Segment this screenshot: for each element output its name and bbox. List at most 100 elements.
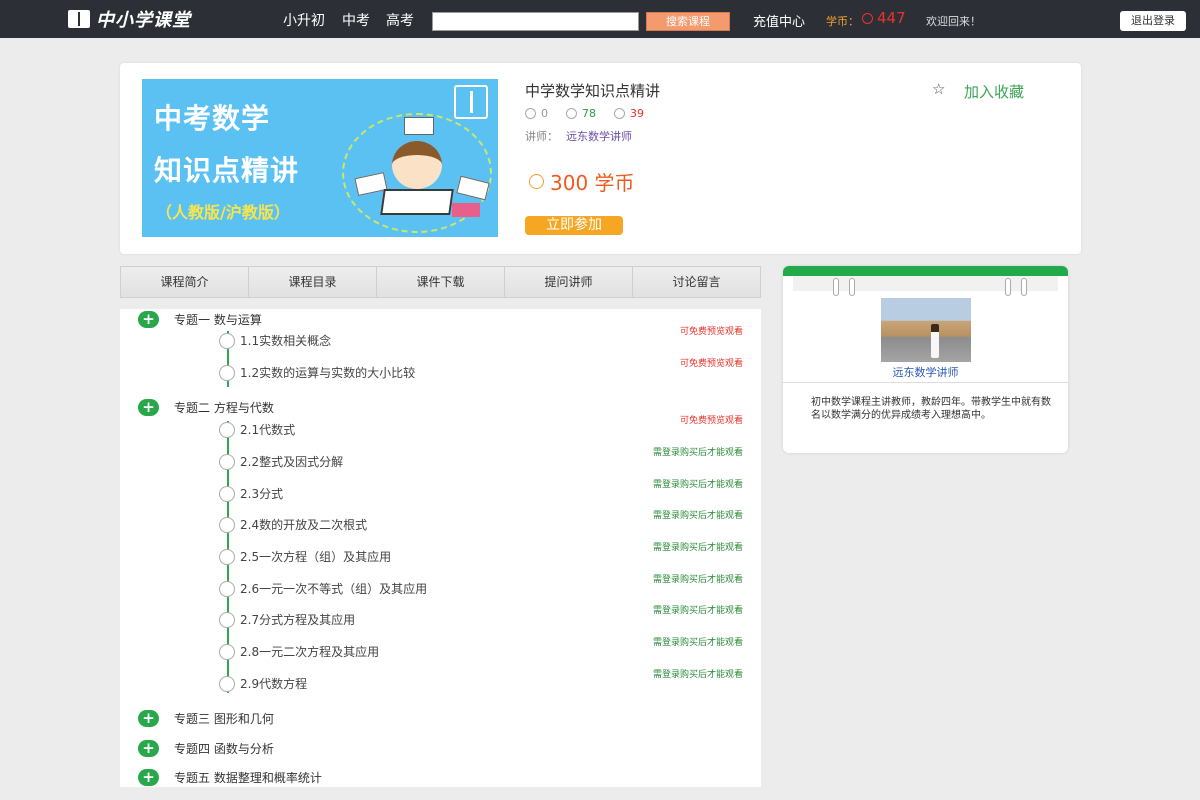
person-icon: [525, 108, 536, 119]
topic-label: 专题五 数据整理和概率统计: [174, 771, 322, 785]
card-binder-band: [793, 276, 1058, 296]
add-favorite-button[interactable]: 加入收藏: [964, 81, 1024, 102]
topic-item[interactable]: + 专题四 函数与分析: [138, 740, 274, 757]
topic-label: 专题三 图形和几何: [174, 712, 274, 726]
lesson-label: 2.4数的开放及二次根式: [240, 518, 368, 532]
lesson-dot-icon: [219, 675, 235, 692]
course-card: 中考数学 知识点精讲 （人教版/沪教版） 中学数学知识点精讲 ☆ 加入收藏 0 …: [120, 63, 1081, 254]
lesson-label: 2.3分式: [240, 487, 284, 501]
tab-ask-teacher[interactable]: 提问讲师: [505, 267, 633, 297]
lesson-status: 需登录购买后才能观看: [652, 670, 743, 680]
course-tabs: 课程简介 课程目录 课件下载 提问讲师 讨论留言: [120, 266, 761, 298]
lesson-item[interactable]: 2.2整式及因式分解: [219, 453, 343, 470]
lesson-dot-icon: [219, 516, 235, 533]
topic-label: 专题四 函数与分析: [174, 742, 274, 756]
binder-ring-icon: [1005, 278, 1011, 296]
nav-gaokao[interactable]: 高考: [386, 10, 414, 30]
star-icon[interactable]: ☆: [932, 80, 945, 98]
lesson-label: 2.8一元二次方程及其应用: [240, 645, 380, 659]
lesson-item[interactable]: 2.1代数式: [219, 421, 295, 438]
banner-title-line2: 知识点精讲: [154, 154, 300, 187]
likes-stat[interactable]: 78: [566, 107, 596, 120]
search-input[interactable]: [432, 12, 639, 31]
banner-logo-icon: [454, 85, 488, 119]
lesson-status: 需登录购买后才能观看: [652, 606, 743, 616]
lesson-label: 1.1实数相关概念: [240, 334, 332, 348]
binder-ring-icon: [833, 278, 839, 296]
lesson-item[interactable]: 2.7分式方程及其应用: [219, 611, 355, 628]
topic-item[interactable]: + 专题一 数与运算: [138, 311, 262, 328]
search-button[interactable]: 搜索课程: [646, 12, 730, 31]
lesson-item[interactable]: 2.3分式: [219, 485, 283, 502]
logout-button[interactable]: 退出登录: [1120, 11, 1186, 31]
lesson-status: 需登录购买后才能观看: [652, 480, 743, 490]
teacher-photo[interactable]: [881, 298, 971, 362]
tab-catalog[interactable]: 课程目录: [249, 267, 377, 297]
nav-zhongkao[interactable]: 中考: [342, 10, 370, 30]
lesson-item[interactable]: 2.5一次方程（组）及其应用: [219, 548, 391, 565]
lesson-dot-icon: [219, 485, 235, 502]
card-top-bar: [783, 266, 1068, 276]
book-logo-icon: [68, 10, 90, 28]
open-book-illustration: [380, 189, 454, 215]
logo-text: 中小学课堂: [96, 10, 191, 31]
course-stats: 0 78 39: [525, 107, 662, 120]
dislikes-stat[interactable]: 39: [614, 107, 644, 120]
lesson-dot-icon: [219, 580, 235, 597]
recharge-link[interactable]: 充值中心: [753, 11, 805, 30]
banner-title-line1: 中考数学: [154, 102, 271, 135]
teacher-label: 讲师：: [525, 130, 558, 143]
teacher-name-link[interactable]: 远东数学讲师: [783, 364, 1068, 380]
frown-icon: [614, 108, 625, 119]
likes-count: 78: [582, 107, 596, 120]
coin-icon: [529, 174, 544, 189]
teacher-description: 初中数学课程主讲教师，教龄四年。带教学生中就有数名以数学满分的优异成绩考入理想高…: [811, 397, 1051, 421]
lesson-status: 需登录购买后才能观看: [652, 638, 743, 648]
site-logo[interactable]: 中小学课堂: [68, 8, 191, 31]
lesson-item[interactable]: 2.9代数方程: [219, 675, 307, 692]
course-price: 300 学币: [529, 167, 635, 196]
teacher-figure: [931, 324, 939, 358]
lesson-status: 可免费预览观看: [679, 327, 743, 337]
nav-xiaoshengchu[interactable]: 小升初: [283, 10, 325, 30]
expand-icon: +: [138, 710, 159, 727]
lesson-dot-icon: [219, 332, 235, 349]
topic-label: 专题二 方程与代数: [174, 401, 274, 415]
teacher-link[interactable]: 远东数学讲师: [566, 130, 632, 143]
teacher-card: 远东数学讲师 初中数学课程主讲教师，教龄四年。带教学生中就有数名以数学满分的优异…: [783, 266, 1068, 453]
coin-icon: [862, 13, 873, 24]
lesson-label: 2.2整式及因式分解: [240, 455, 344, 469]
expand-icon: +: [138, 311, 159, 328]
price-value: 300 学币: [550, 171, 635, 195]
lesson-item[interactable]: 2.8一元二次方程及其应用: [219, 643, 379, 660]
expand-icon: +: [138, 769, 159, 786]
lesson-item[interactable]: 1.2实数的运算与实数的大小比较: [219, 364, 415, 381]
coins-label: 学币：: [826, 15, 859, 28]
welcome-text: 欢迎回来！: [926, 15, 981, 28]
lesson-item[interactable]: 2.6一元一次不等式（组）及其应用: [219, 580, 427, 597]
lesson-label: 2.9代数方程: [240, 677, 308, 691]
join-now-button[interactable]: 立即参加: [525, 216, 623, 235]
lesson-item[interactable]: 2.4数的开放及二次根式: [219, 516, 367, 533]
lesson-dot-icon: [219, 453, 235, 470]
tab-downloads[interactable]: 课件下载: [377, 267, 505, 297]
course-catalog: + 专题一 数与运算 可免费预览观看 1.1实数相关概念 可免费预览观看 1.2…: [120, 309, 761, 787]
dislikes-count: 39: [630, 107, 644, 120]
lesson-label: 2.7分式方程及其应用: [240, 613, 356, 627]
topic-label: 专题一 数与运算: [174, 313, 262, 327]
lesson-status: 需登录购买后才能观看: [652, 543, 743, 553]
topic-item[interactable]: + 专题二 方程与代数: [138, 399, 274, 416]
lesson-dot-icon: [219, 643, 235, 660]
lesson-status: 需登录购买后才能观看: [652, 511, 743, 521]
top-nav-bar: 中小学课堂 小升初 中考 高考 搜索课程 充值中心 学币： 447 欢迎回来！ …: [0, 0, 1200, 38]
topic-item[interactable]: + 专题三 图形和几何: [138, 710, 274, 727]
course-title: 中学数学知识点精讲: [525, 82, 661, 100]
tab-discussion[interactable]: 讨论留言: [633, 267, 760, 297]
lesson-status: 需登录购买后才能观看: [652, 448, 743, 458]
expand-icon: +: [138, 399, 159, 416]
lesson-item[interactable]: 1.1实数相关概念: [219, 332, 331, 349]
topic-item[interactable]: + 专题五 数据整理和概率统计: [138, 769, 322, 786]
coins-balance: 447: [877, 9, 906, 27]
tab-intro[interactable]: 课程简介: [121, 267, 249, 297]
lesson-dot-icon: [219, 548, 235, 565]
